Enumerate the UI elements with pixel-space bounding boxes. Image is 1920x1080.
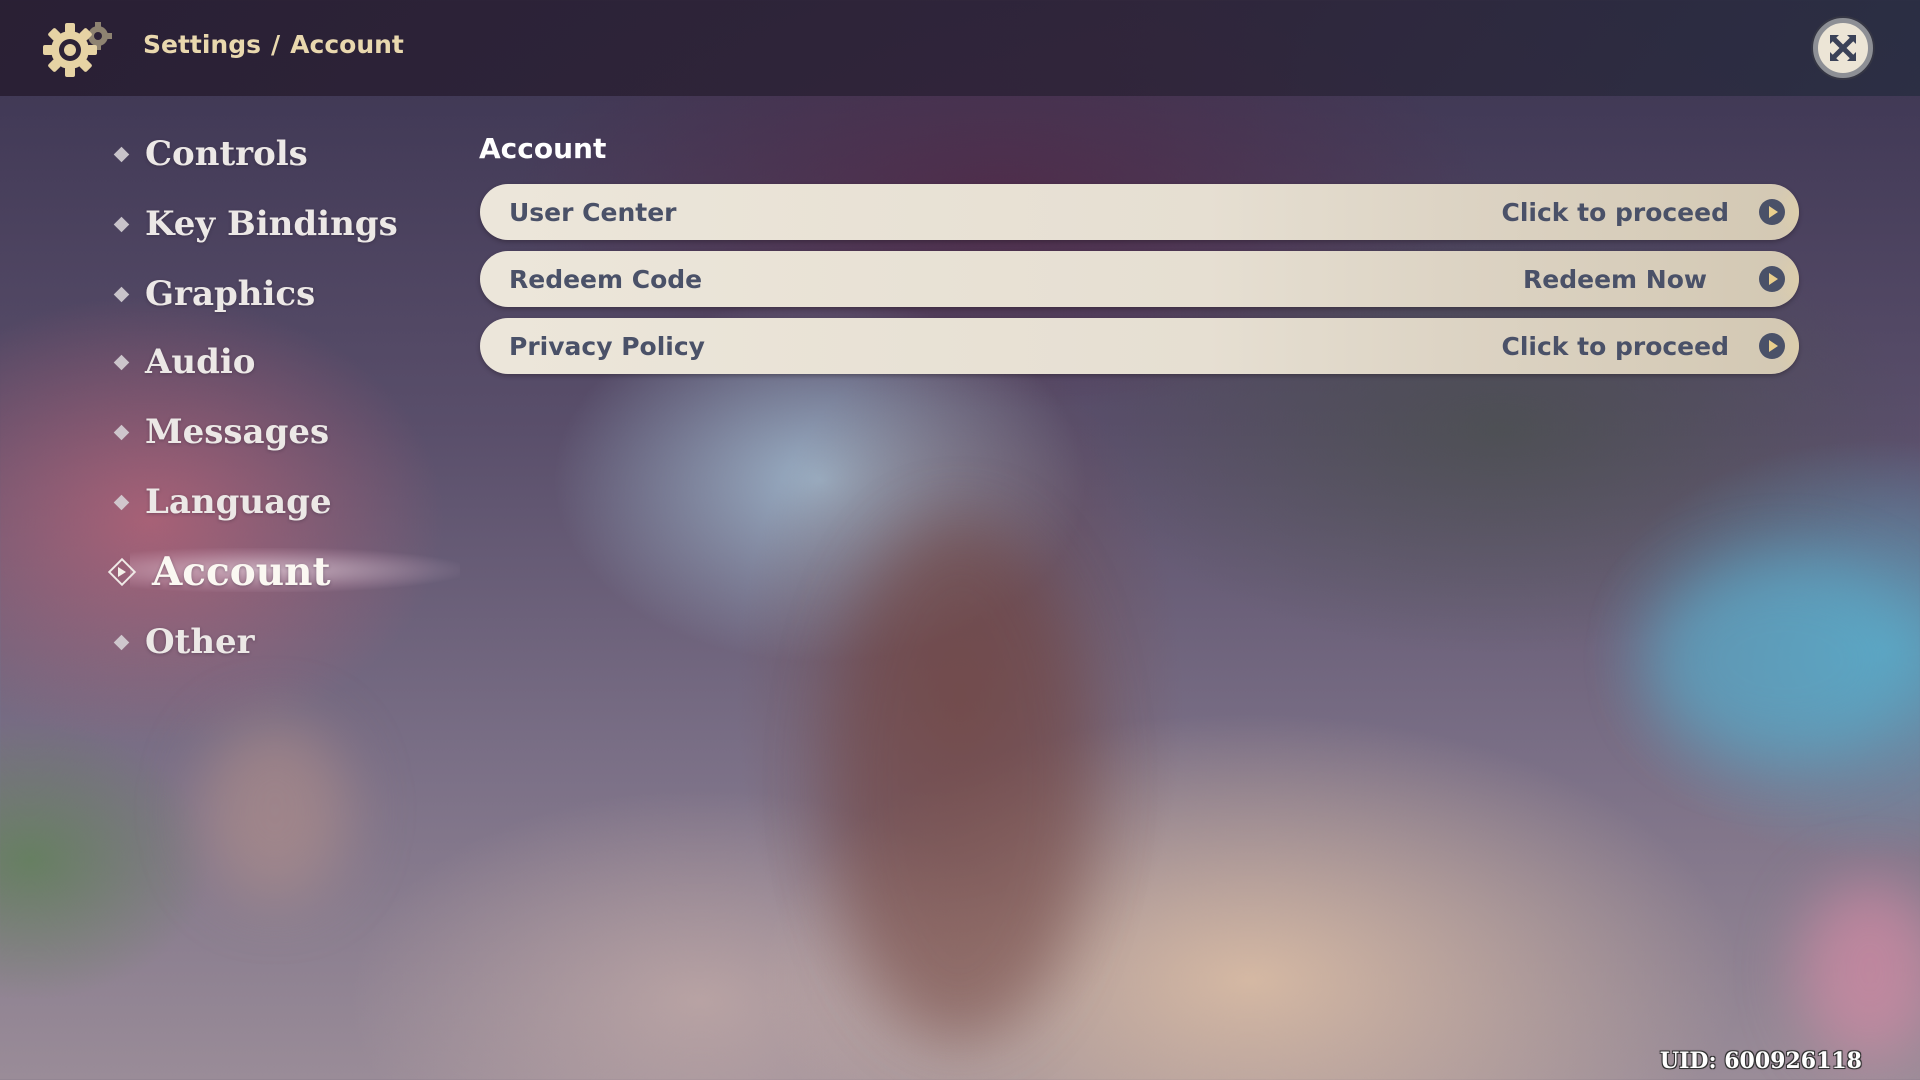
diamond-bullet-icon (113, 146, 130, 162)
background-blur (200, 720, 350, 900)
sidebar-item-graphics[interactable]: Graphics (113, 269, 316, 319)
diamond-bullet-icon (113, 424, 130, 440)
sidebar-item-account[interactable]: Account (107, 547, 331, 597)
sidebar-item-audio[interactable]: Audio (113, 337, 256, 387)
section-title: Account (479, 132, 607, 165)
diamond-bullet-icon (113, 354, 130, 370)
arrow-right-circle-icon[interactable] (1759, 199, 1785, 225)
sidebar-item-other[interactable]: Other (113, 617, 255, 667)
sidebar-item-key-bindings[interactable]: Key Bindings (113, 199, 398, 249)
arrow-right-circle-icon[interactable] (1759, 266, 1785, 292)
background-blur (1800, 880, 1920, 1060)
close-button[interactable] (1813, 18, 1873, 78)
sidebar-item-label: Audio (145, 342, 256, 382)
user-center-row[interactable]: User Center Click to proceed (480, 184, 1799, 240)
sidebar-item-messages[interactable]: Messages (113, 407, 330, 457)
row-action-text: Click to proceed (1501, 197, 1730, 227)
sidebar-item-label: Other (145, 622, 255, 662)
sidebar-item-label: Account (152, 549, 331, 595)
sidebar-item-label: Graphics (145, 274, 316, 314)
background-blur (1650, 560, 1920, 760)
diamond-bullet-icon (113, 494, 130, 510)
sidebar-item-label: Language (145, 482, 332, 522)
close-x-icon (1830, 35, 1856, 61)
privacy-policy-row[interactable]: Privacy Policy Click to proceed (480, 318, 1799, 374)
sidebar-item-controls[interactable]: Controls (113, 129, 308, 179)
diamond-bullet-icon (113, 634, 130, 650)
uid-label: UID: 600926118 (1659, 1048, 1862, 1074)
sidebar-item-label: Key Bindings (145, 204, 398, 244)
header-bar: Settings / Account (0, 0, 1920, 96)
arrow-right-circle-icon[interactable] (1759, 333, 1785, 359)
selected-diamond-icon (107, 557, 137, 587)
row-label: Redeem Code (509, 264, 703, 294)
row-action-text: Click to proceed (1501, 331, 1730, 361)
diamond-bullet-icon (113, 216, 130, 232)
breadcrumb-current: Account (290, 30, 404, 59)
row-action-text: Redeem Now (1523, 264, 1707, 294)
diamond-bullet-icon (113, 286, 130, 302)
redeem-code-row[interactable]: Redeem Code Redeem Now (480, 251, 1799, 307)
breadcrumb-root[interactable]: Settings (143, 30, 261, 59)
breadcrumb: Settings / Account (143, 30, 404, 59)
breadcrumb-separator: / (271, 30, 281, 59)
gear-icon (43, 22, 112, 77)
sidebar-item-label: Controls (145, 134, 308, 174)
sidebar-item-label: Messages (145, 412, 330, 452)
sidebar-item-language[interactable]: Language (113, 477, 332, 527)
row-label: Privacy Policy (509, 331, 705, 361)
background-blur (830, 520, 1090, 1040)
row-label: User Center (509, 197, 677, 227)
